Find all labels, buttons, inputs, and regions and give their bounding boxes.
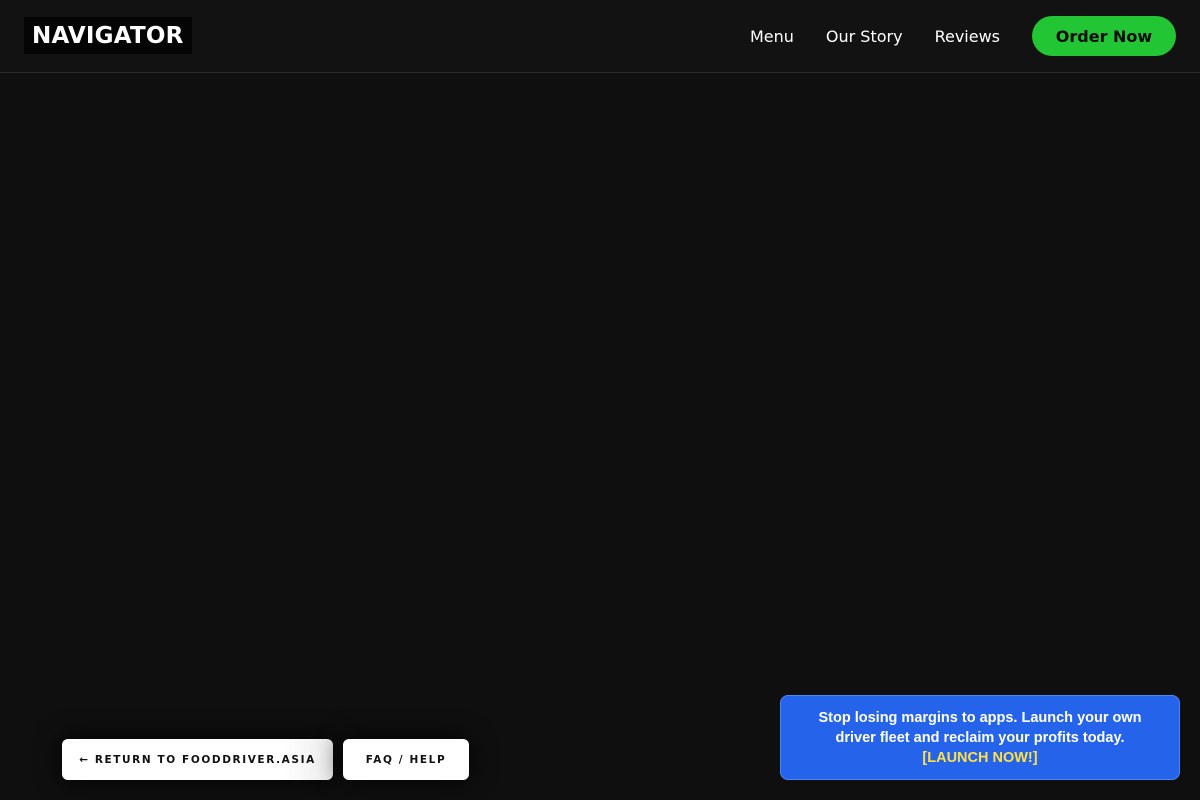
site-logo[interactable]: NAVIGATOR (24, 17, 192, 54)
order-now-button[interactable]: Order Now (1032, 16, 1176, 56)
promo-launch-link[interactable]: [LAUNCH NOW!] (922, 748, 1037, 768)
main-nav: Menu Our Story Reviews Order Now (750, 16, 1176, 56)
promo-message: Stop losing margins to apps. Launch your… (818, 709, 1142, 746)
promo-banner: Stop losing margins to apps. Launch your… (780, 695, 1180, 780)
site-header: NAVIGATOR Menu Our Story Reviews Order N… (0, 0, 1200, 73)
footer-button-row: ← RETURN TO FOODDRIVER.ASIA FAQ / HELP (62, 739, 469, 780)
nav-link-menu[interactable]: Menu (750, 27, 794, 46)
return-to-site-button[interactable]: ← RETURN TO FOODDRIVER.ASIA (62, 739, 333, 780)
nav-link-our-story[interactable]: Our Story (826, 27, 903, 46)
page: NAVIGATOR Menu Our Story Reviews Order N… (0, 0, 1200, 800)
nav-link-reviews[interactable]: Reviews (935, 27, 1000, 46)
faq-help-button[interactable]: FAQ / HELP (343, 739, 469, 780)
